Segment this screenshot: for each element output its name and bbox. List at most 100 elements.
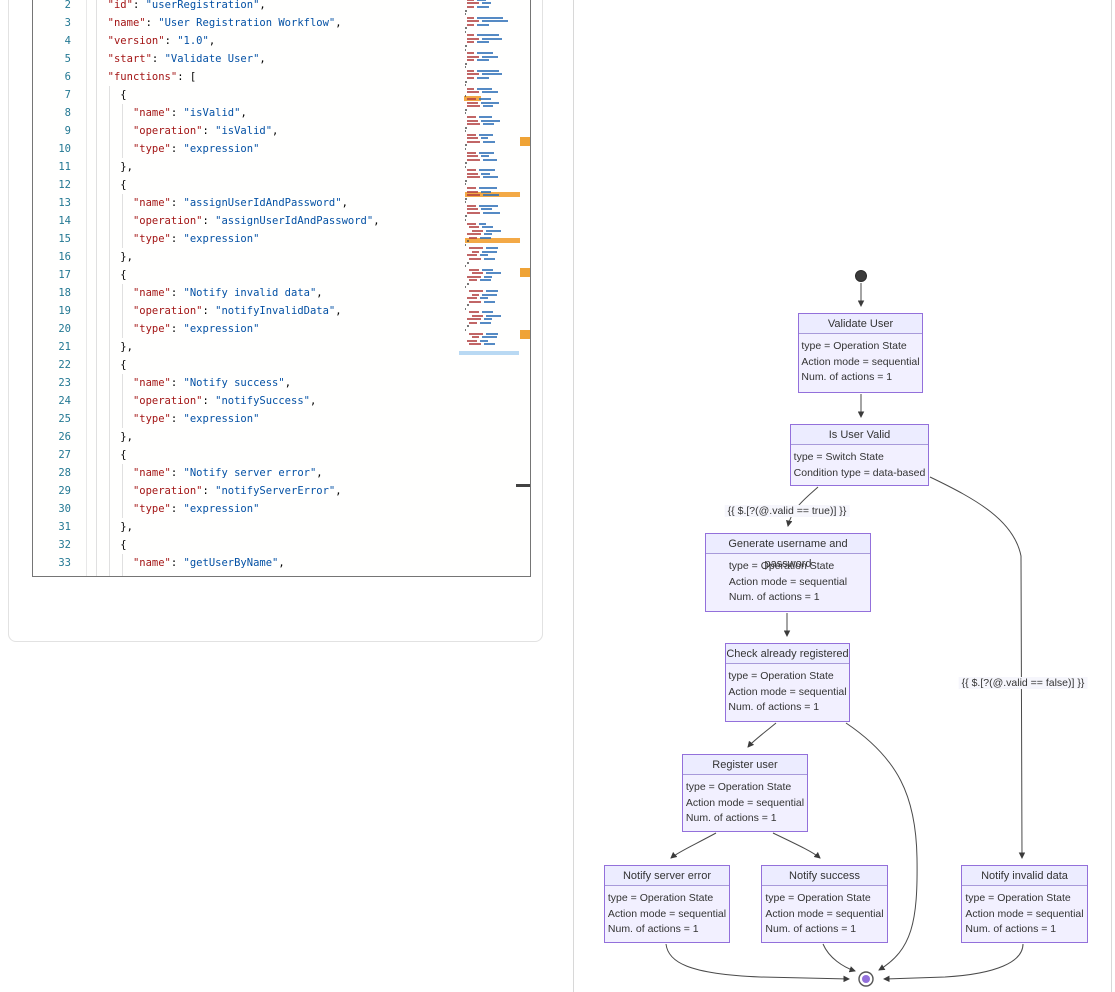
line-number: 3 [33, 14, 71, 32]
state-properties: type = Operation StateAction mode = sequ… [683, 775, 807, 827]
code-line[interactable]: 34 "operation": "getUserByName", [33, 572, 530, 577]
code-line[interactable]: 19 "operation": "notifyInvalidData", [33, 302, 530, 320]
workflow-source-card: 1{2 "id": "userRegistration",3 "name": "… [8, 0, 543, 642]
state-property-line: type = Operation State [728, 669, 846, 685]
code-line[interactable]: 22 { [33, 356, 530, 374]
code-line[interactable]: 14 "operation": "assignUserIdAndPassword… [33, 212, 530, 230]
code-text: }, [95, 158, 133, 176]
line-number: 33 [33, 554, 71, 572]
code-line[interactable]: 8 "name": "isValid", [33, 104, 530, 122]
code-text: }, [95, 248, 133, 266]
code-text: { [95, 356, 127, 374]
state-node-check-already-registered[interactable]: Check already registeredtype = Operation… [725, 643, 850, 722]
code-line[interactable]: 5 "start": "Validate User", [33, 50, 530, 68]
code-line[interactable]: 4 "version": "1.0", [33, 32, 530, 50]
line-number: 34 [33, 572, 71, 577]
code-line[interactable]: 29 "operation": "notifyServerError", [33, 482, 530, 500]
state-property-line: Num. of actions = 1 [608, 922, 726, 938]
code-line[interactable]: 2 "id": "userRegistration", [33, 0, 530, 14]
line-number: 27 [33, 446, 71, 464]
ruler-warning-marker [520, 268, 530, 277]
code-line[interactable]: 20 "type": "expression" [33, 320, 530, 338]
state-node-generate-username-and-password[interactable]: Generate username and passwordtype = Ope… [705, 533, 871, 612]
code-line[interactable]: 31 }, [33, 518, 530, 536]
code-line[interactable]: 9 "operation": "isValid", [33, 122, 530, 140]
line-number: 26 [33, 428, 71, 446]
state-node-notify-success[interactable]: Notify successtype = Operation StateActi… [761, 865, 888, 943]
code-line[interactable]: 3 "name": "User Registration Workflow", [33, 14, 530, 32]
code-lines[interactable]: 1{2 "id": "userRegistration",3 "name": "… [33, 0, 530, 577]
code-text: "operation": "isValid", [95, 122, 278, 140]
code-text: "type": "expression" [95, 230, 259, 248]
code-text: "name": "assignUserIdAndPassword", [95, 194, 348, 212]
state-property-line: type = Switch State [794, 450, 926, 466]
code-line[interactable]: 16 }, [33, 248, 530, 266]
line-number: 21 [33, 338, 71, 356]
state-title: Is User Valid [791, 425, 928, 445]
ruler-warning-marker [520, 330, 530, 339]
code-line[interactable]: 26 }, [33, 428, 530, 446]
state-property-line: Condition type = data-based [794, 466, 926, 482]
code-text: "operation": "getUserByName", [95, 572, 316, 577]
line-number: 25 [33, 410, 71, 428]
state-property-line: type = Operation State [801, 339, 919, 355]
code-line[interactable]: 23 "name": "Notify success", [33, 374, 530, 392]
code-text: "type": "expression" [95, 410, 259, 428]
code-line[interactable]: 6 "functions": [ [33, 68, 530, 86]
line-number: 13 [33, 194, 71, 212]
code-line[interactable]: 17 { [33, 266, 530, 284]
state-property-line: Action mode = sequential [686, 796, 804, 812]
code-line[interactable]: 27 { [33, 446, 530, 464]
line-number: 17 [33, 266, 71, 284]
state-node-notify-server-error[interactable]: Notify server errortype = Operation Stat… [604, 865, 730, 943]
code-line[interactable]: 28 "name": "Notify server error", [33, 464, 530, 482]
state-title: Register user [683, 755, 807, 775]
state-node-validate-user[interactable]: Validate Usertype = Operation StateActio… [798, 313, 923, 393]
state-property-line: Action mode = sequential [729, 575, 847, 591]
code-line[interactable]: 18 "name": "Notify invalid data", [33, 284, 530, 302]
code-line[interactable]: 15 "type": "expression" [33, 230, 530, 248]
state-property-line: type = Operation State [686, 780, 804, 796]
code-text: "type": "expression" [95, 320, 259, 338]
state-property-line: Action mode = sequential [608, 907, 726, 923]
line-number: 18 [33, 284, 71, 302]
code-text: "start": "Validate User", [95, 50, 266, 68]
code-line[interactable]: 25 "type": "expression" [33, 410, 530, 428]
ruler-warning-marker [520, 137, 530, 146]
code-line[interactable]: 7 { [33, 86, 530, 104]
code-text: "name": "User Registration Workflow", [95, 14, 342, 32]
code-text: { [95, 176, 127, 194]
line-number: 16 [33, 248, 71, 266]
line-number: 10 [33, 140, 71, 158]
code-line[interactable]: 33 "name": "getUserByName", [33, 554, 530, 572]
code-line[interactable]: 11 }, [33, 158, 530, 176]
minimap[interactable] [459, 0, 519, 577]
line-number: 14 [33, 212, 71, 230]
line-number: 4 [33, 32, 71, 50]
line-number: 19 [33, 302, 71, 320]
state-properties: type = Operation StateAction mode = sequ… [726, 664, 849, 716]
code-line[interactable]: 10 "type": "expression" [33, 140, 530, 158]
state-property-line: Action mode = sequential [728, 685, 846, 701]
state-property-line: Num. of actions = 1 [728, 700, 846, 716]
state-title: Notify invalid data [962, 866, 1087, 886]
state-property-line: type = Operation State [729, 559, 847, 575]
state-properties: type = Operation StateAction mode = sequ… [706, 554, 870, 606]
code-line[interactable]: 21 }, [33, 338, 530, 356]
code-line[interactable]: 30 "type": "expression" [33, 500, 530, 518]
state-property-line: Action mode = sequential [965, 907, 1083, 923]
state-node-register-user[interactable]: Register usertype = Operation StateActio… [682, 754, 808, 832]
state-title: Generate username and password [706, 534, 870, 554]
state-node-is-user-valid[interactable]: Is User Valid type = Switch StateConditio… [790, 424, 929, 486]
code-line[interactable]: 12 { [33, 176, 530, 194]
state-node-notify-invalid-data[interactable]: Notify invalid datatype = Operation Stat… [961, 865, 1088, 943]
code-text: "operation": "notifyServerError", [95, 482, 342, 500]
code-line[interactable]: 32 { [33, 536, 530, 554]
code-line[interactable]: 24 "operation": "notifySuccess", [33, 392, 530, 410]
code-text: "name": "getUserByName", [95, 554, 285, 572]
code-line[interactable]: 13 "name": "assignUserIdAndPassword", [33, 194, 530, 212]
json-code-editor[interactable]: 1{2 "id": "userRegistration",3 "name": "… [32, 0, 531, 577]
state-title: Validate User [799, 314, 922, 334]
code-text: "operation": "assignUserIdAndPassword", [95, 212, 380, 230]
state-properties: type = Operation StateAction mode = sequ… [762, 886, 887, 938]
